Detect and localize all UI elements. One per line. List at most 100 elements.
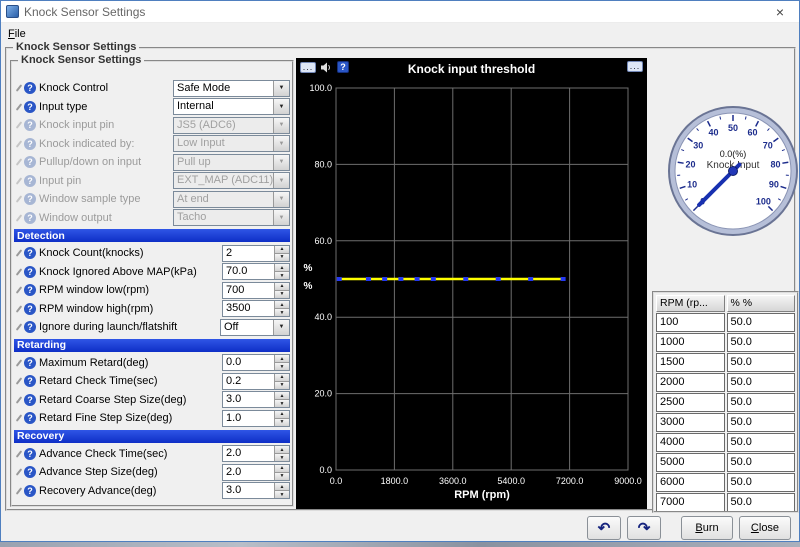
column-header[interactable]: % % [727,295,796,312]
spin-down-icon[interactable]: ▼ [275,254,289,261]
dropdown-arrow-icon[interactable]: ▼ [273,99,289,114]
spinner-retard-check-time-sec[interactable]: 0.2▲▼ [222,373,290,390]
spinner-retard-fine-step-size-deg[interactable]: 1.0▲▼ [222,410,290,427]
column-header[interactable]: RPM (rp... [656,295,725,312]
data-point[interactable] [398,277,403,281]
table-cell[interactable]: 50.0 [727,353,796,372]
spinner-maximum-retard-deg[interactable]: 0.0▲▼ [222,354,290,371]
spinner-rpm-window-high-rpm[interactable]: 3500▲▼ [222,300,290,317]
spinner-recovery-advance-deg[interactable]: 3.0▲▼ [222,482,290,499]
spin-down-icon[interactable]: ▼ [275,491,289,498]
spin-down-icon[interactable]: ▼ [275,400,289,407]
table-cell[interactable]: 3000 [656,413,725,432]
close-button[interactable]: Close [739,516,791,540]
spin-up-icon[interactable]: ▲ [275,283,289,291]
field-help-icon[interactable]: ? [24,156,36,168]
table-cell[interactable]: 50.0 [727,473,796,492]
spinner-knock-ignored-above-map-kpa[interactable]: 70.0▲▼ [222,263,290,280]
spin-up-icon[interactable]: ▲ [275,264,289,272]
chart-plot[interactable]: 0.01800.03600.05400.07200.09000.0100.080… [296,78,647,509]
field-help-icon[interactable]: ? [24,82,36,94]
menu-file[interactable]: File [1,26,33,42]
field-help-icon[interactable]: ? [24,375,36,387]
field-help-icon[interactable]: ? [24,193,36,205]
table-cell[interactable]: 50.0 [727,313,796,332]
field-help-icon[interactable]: ? [24,412,36,424]
field-help-icon[interactable]: ? [24,321,36,333]
table-cell[interactable]: 50.0 [727,333,796,352]
data-point[interactable] [561,277,566,281]
field-help-icon[interactable]: ? [24,303,36,315]
table-cell[interactable]: 6000 [656,473,725,492]
field-help-icon[interactable]: ? [24,284,36,296]
select-knock-control[interactable]: Safe Mode▼ [173,80,290,97]
data-point[interactable] [463,277,468,281]
spin-down-icon[interactable]: ▼ [275,419,289,426]
data-point[interactable] [382,277,387,281]
field-help-icon[interactable]: ? [24,175,36,187]
table-cell[interactable]: 50.0 [727,373,796,392]
spin-up-icon[interactable]: ▲ [275,246,289,254]
spinner-knock-count-knocks[interactable]: 2▲▼ [222,245,290,262]
spin-down-icon[interactable]: ▼ [275,309,289,316]
close-window-button[interactable]: × [761,1,799,22]
spin-up-icon[interactable]: ▲ [275,411,289,419]
spin-down-icon[interactable]: ▼ [275,291,289,298]
table-cell[interactable]: 50.0 [727,433,796,452]
data-point[interactable] [415,277,420,281]
field-help-icon[interactable]: ? [24,394,36,406]
table-cell[interactable]: 50.0 [727,413,796,432]
spin-up-icon[interactable]: ▲ [275,465,289,473]
table-cell[interactable]: 50.0 [727,393,796,412]
field-help-icon[interactable]: ? [24,119,36,131]
table-cell[interactable]: 2000 [656,373,725,392]
data-point[interactable] [366,277,371,281]
data-point[interactable] [431,277,436,281]
spinner-advance-check-time-sec[interactable]: 2.0▲▼ [222,445,290,462]
undo-button[interactable]: ↶ [587,516,621,540]
spin-up-icon[interactable]: ▲ [275,392,289,400]
table-cell[interactable]: 5000 [656,453,725,472]
dropdown-arrow-icon[interactable]: ▼ [273,81,289,96]
table-cell[interactable]: 2500 [656,393,725,412]
redo-button[interactable]: ↷ [627,516,661,540]
data-point[interactable] [496,277,501,281]
table-cell[interactable]: 4000 [656,433,725,452]
spin-down-icon[interactable]: ▼ [275,272,289,279]
select-ignore-during-launch-flatshift[interactable]: Off▼ [220,319,290,336]
table-cell[interactable]: 1000 [656,333,725,352]
dropdown-arrow-icon[interactable]: ▼ [273,320,289,335]
field-help-icon[interactable]: ? [24,485,36,497]
field-help-icon[interactable]: ? [24,138,36,150]
spin-up-icon[interactable]: ▲ [275,301,289,309]
spinner-advance-step-size-deg[interactable]: 2.0▲▼ [222,464,290,481]
spin-down-icon[interactable]: ▼ [275,454,289,461]
data-point[interactable] [528,277,533,281]
table-cell[interactable]: 7000 [656,493,725,512]
field-help-icon[interactable]: ? [24,448,36,460]
spin-up-icon[interactable]: ▲ [275,374,289,382]
field-help-icon[interactable]: ? [24,357,36,369]
chart-options-button[interactable]: ... [627,61,643,72]
spinner-rpm-window-low-rpm[interactable]: 700▲▼ [222,282,290,299]
spin-up-icon[interactable]: ▲ [275,483,289,491]
burn-button[interactable]: Burn [681,516,733,540]
field-help-icon[interactable]: ? [24,466,36,478]
data-point[interactable] [337,277,342,281]
table-cell[interactable]: 50.0 [727,453,796,472]
field-help-icon[interactable]: ? [24,266,36,278]
field-help-icon[interactable]: ? [24,212,36,224]
table-cell[interactable]: 50.0 [727,493,796,512]
spinner-retard-coarse-step-size-deg[interactable]: 3.0▲▼ [222,391,290,408]
spin-up-icon[interactable]: ▲ [275,355,289,363]
chart-menu-button[interactable]: ... [300,62,316,73]
table-cell[interactable]: 100 [656,313,725,332]
chart-help-button[interactable]: ? [337,61,349,73]
speaker-icon[interactable] [320,62,333,73]
field-help-icon[interactable]: ? [24,247,36,259]
spin-down-icon[interactable]: ▼ [275,363,289,370]
spin-down-icon[interactable]: ▼ [275,473,289,480]
field-help-icon[interactable]: ? [24,101,36,113]
select-input-type[interactable]: Internal▼ [173,98,290,115]
spin-up-icon[interactable]: ▲ [275,446,289,454]
